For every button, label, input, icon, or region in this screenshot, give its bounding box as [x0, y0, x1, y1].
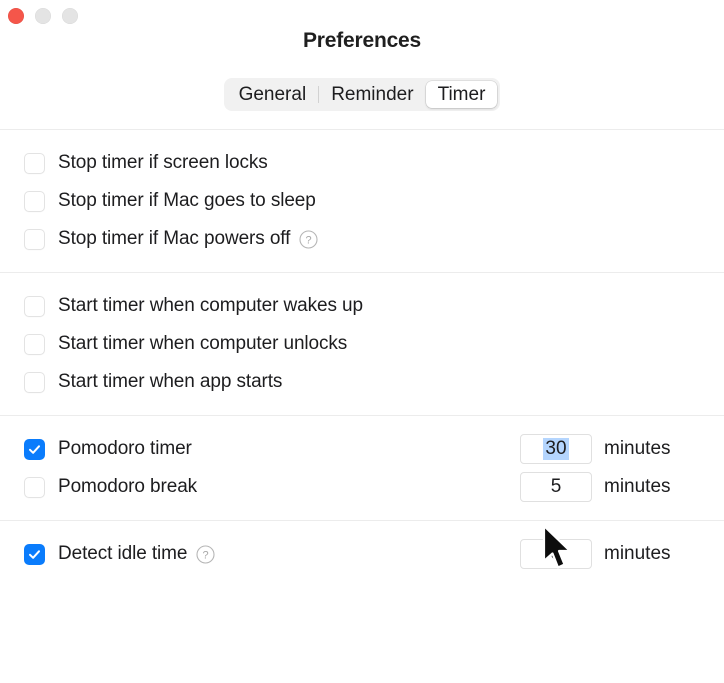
- section-stop-timer: Stop timer if screen locks Stop timer if…: [0, 130, 724, 272]
- pomodoro-break-minutes-unit: minutes: [604, 476, 671, 497]
- tab-general[interactable]: General: [227, 81, 319, 108]
- checkbox-pomodoro-timer[interactable]: [24, 438, 45, 460]
- help-circle-icon[interactable]: ?: [299, 229, 318, 249]
- label-stop-timer-mac-powers-off: Stop timer if Mac powers off: [58, 228, 291, 249]
- section-start-timer: Start timer when computer wakes up Start…: [0, 273, 724, 415]
- checkbox-start-timer-wakes-up[interactable]: [24, 295, 45, 317]
- label-start-timer-app-starts: Start timer when app starts: [58, 371, 283, 392]
- pomodoro-timer-minutes-value: 30: [543, 438, 569, 460]
- label-pomodoro-break: Pomodoro break: [58, 476, 198, 497]
- tab-bar: General Reminder Timer: [0, 78, 724, 129]
- preferences-content: Stop timer if screen locks Stop timer if…: [0, 129, 724, 587]
- label-stop-timer-screen-locks: Stop timer if screen locks: [58, 152, 268, 173]
- segmented-control: General Reminder Timer: [223, 78, 501, 111]
- label-start-timer-wakes-up: Start timer when computer wakes up: [58, 295, 363, 316]
- window-titlebar: Preferences: [0, 0, 724, 78]
- pomodoro-break-minutes-input[interactable]: 5: [520, 472, 592, 502]
- section-idle: Detect idle time ? 5 minutes: [0, 521, 724, 587]
- label-detect-idle-time: Detect idle time: [58, 543, 188, 564]
- close-window-button[interactable]: [8, 8, 24, 24]
- svg-text:?: ?: [306, 234, 312, 246]
- checkmark-icon: [29, 444, 40, 454]
- checkmark-icon: [29, 549, 40, 559]
- row-stop-timer-screen-locks[interactable]: Stop timer if screen locks: [0, 144, 724, 182]
- detect-idle-time-minutes-unit: minutes: [604, 543, 671, 564]
- help-circle-icon[interactable]: ?: [196, 544, 215, 564]
- checkbox-stop-timer-screen-locks[interactable]: [24, 152, 45, 174]
- minimize-window-button[interactable]: [35, 8, 51, 24]
- checkbox-stop-timer-mac-powers-off[interactable]: [24, 228, 45, 250]
- checkbox-stop-timer-mac-sleep[interactable]: [24, 190, 45, 212]
- traffic-lights: [8, 8, 78, 24]
- row-stop-timer-mac-powers-off[interactable]: Stop timer if Mac powers off ?: [0, 220, 724, 258]
- page-title: Preferences: [302, 29, 422, 52]
- row-start-timer-unlocks[interactable]: Start timer when computer unlocks: [0, 325, 724, 363]
- row-start-timer-app-starts[interactable]: Start timer when app starts: [0, 363, 724, 401]
- tab-reminder[interactable]: Reminder: [319, 81, 425, 108]
- row-start-timer-wakes-up[interactable]: Start timer when computer wakes up: [0, 287, 724, 325]
- checkbox-start-timer-app-starts[interactable]: [24, 371, 45, 393]
- svg-text:?: ?: [203, 549, 209, 561]
- label-stop-timer-mac-sleep: Stop timer if Mac goes to sleep: [58, 190, 316, 211]
- row-pomodoro-timer[interactable]: Pomodoro timer 30 minutes: [0, 430, 724, 468]
- section-pomodoro: Pomodoro timer 30 minutes Pomodoro break…: [0, 416, 724, 520]
- label-pomodoro-timer: Pomodoro timer: [58, 438, 192, 459]
- row-pomodoro-break[interactable]: Pomodoro break 5 minutes: [0, 468, 724, 506]
- tab-timer[interactable]: Timer: [425, 81, 498, 108]
- checkbox-detect-idle-time[interactable]: [24, 543, 45, 565]
- checkbox-start-timer-unlocks[interactable]: [24, 333, 45, 355]
- pomodoro-timer-minutes-unit: minutes: [604, 438, 671, 459]
- maximize-window-button[interactable]: [62, 8, 78, 24]
- row-detect-idle-time[interactable]: Detect idle time ? 5 minutes: [0, 535, 724, 573]
- detect-idle-time-minutes-value: 5: [550, 543, 562, 564]
- pomodoro-timer-minutes-input[interactable]: 30: [520, 434, 592, 464]
- label-start-timer-unlocks: Start timer when computer unlocks: [58, 333, 348, 354]
- checkbox-pomodoro-break[interactable]: [24, 476, 45, 498]
- row-stop-timer-mac-sleep[interactable]: Stop timer if Mac goes to sleep: [0, 182, 724, 220]
- pomodoro-break-minutes-value: 5: [550, 476, 562, 497]
- detect-idle-time-minutes-input[interactable]: 5: [520, 539, 592, 569]
